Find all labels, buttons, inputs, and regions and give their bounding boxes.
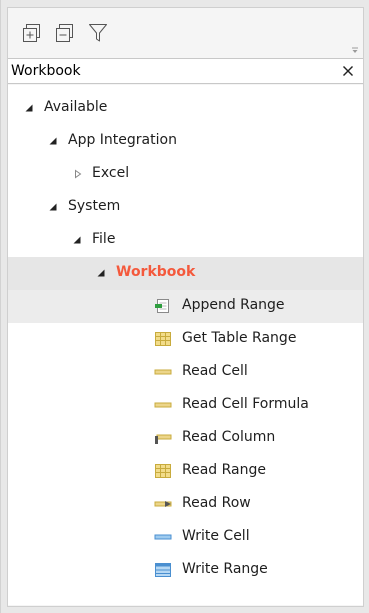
close-icon: [343, 66, 353, 76]
activity-get-table-range[interactable]: Get Table Range: [8, 323, 363, 356]
activity-label: Write Cell: [182, 528, 250, 544]
caret-expanded-icon[interactable]: [48, 136, 58, 146]
filter-button[interactable]: [87, 22, 109, 44]
caret-expanded-icon[interactable]: [72, 235, 82, 245]
caret-collapsed-icon[interactable]: [73, 169, 83, 179]
caret-expanded-icon[interactable]: [48, 202, 58, 212]
tree-node-app-integration[interactable]: App Integration: [8, 125, 363, 158]
activity-label: Read Row: [182, 495, 251, 511]
read-row-icon: [154, 501, 172, 507]
write-range-icon: [155, 563, 171, 577]
read-cell-formula-icon: [154, 402, 172, 408]
activity-label: Append Range: [182, 297, 285, 313]
toolbar: [8, 8, 363, 58]
read-range-icon: [155, 464, 171, 478]
collapse-all-button[interactable]: [54, 22, 76, 44]
tree-node-file[interactable]: File: [8, 224, 363, 257]
search-box: [8, 58, 363, 84]
tree-node-label: Workbook: [116, 264, 196, 280]
tree-node-system[interactable]: System: [8, 191, 363, 224]
filter-icon: [89, 24, 107, 42]
tree-node-label: Excel: [92, 165, 130, 181]
activities-panel-body: Available App Integration Excel System F…: [7, 7, 364, 607]
activity-label: Read Cell Formula: [182, 396, 309, 412]
tree-node-label: Available: [44, 99, 108, 115]
activities-tree: Available App Integration Excel System F…: [8, 85, 363, 605]
activity-read-column[interactable]: Read Column: [8, 422, 363, 455]
activity-read-row[interactable]: Read Row: [8, 488, 363, 521]
tree-node-label: App Integration: [68, 132, 177, 148]
activity-read-range[interactable]: Read Range: [8, 455, 363, 488]
collapse-all-icon: [56, 24, 73, 42]
tree-node-label: File: [92, 231, 116, 247]
append-range-icon: [155, 299, 169, 313]
activity-label: Write Range: [182, 561, 268, 577]
activity-write-cell[interactable]: Write Cell: [8, 521, 363, 554]
activity-label: Read Range: [182, 462, 266, 478]
activity-label: Read Cell: [182, 363, 248, 379]
tree-node-excel[interactable]: Excel: [8, 158, 363, 191]
activity-label: Read Column: [182, 429, 276, 445]
tree-node-available[interactable]: Available: [8, 92, 363, 125]
get-table-range-icon: [155, 332, 171, 346]
activity-label: Get Table Range: [182, 330, 297, 346]
clear-search-button[interactable]: [338, 60, 358, 82]
read-cell-icon: [154, 369, 172, 375]
write-cell-icon: [154, 534, 172, 540]
activity-read-cell-formula[interactable]: Read Cell Formula: [8, 389, 363, 422]
search-input[interactable]: [8, 59, 331, 83]
tree-node-workbook[interactable]: Workbook: [8, 257, 363, 290]
activity-write-range[interactable]: Write Range: [8, 554, 363, 587]
toolbar-overflow-icon[interactable]: [351, 42, 359, 53]
tree-node-label: System: [68, 198, 121, 214]
caret-expanded-icon[interactable]: [24, 103, 34, 113]
activity-read-cell[interactable]: Read Cell: [8, 356, 363, 389]
activities-panel: Available App Integration Excel System F…: [0, 0, 369, 613]
expand-all-icon: [23, 24, 40, 42]
caret-expanded-icon[interactable]: [96, 268, 106, 278]
activity-append-range[interactable]: Append Range: [8, 290, 363, 323]
read-column-icon: [155, 434, 172, 444]
expand-all-button[interactable]: [21, 22, 43, 44]
